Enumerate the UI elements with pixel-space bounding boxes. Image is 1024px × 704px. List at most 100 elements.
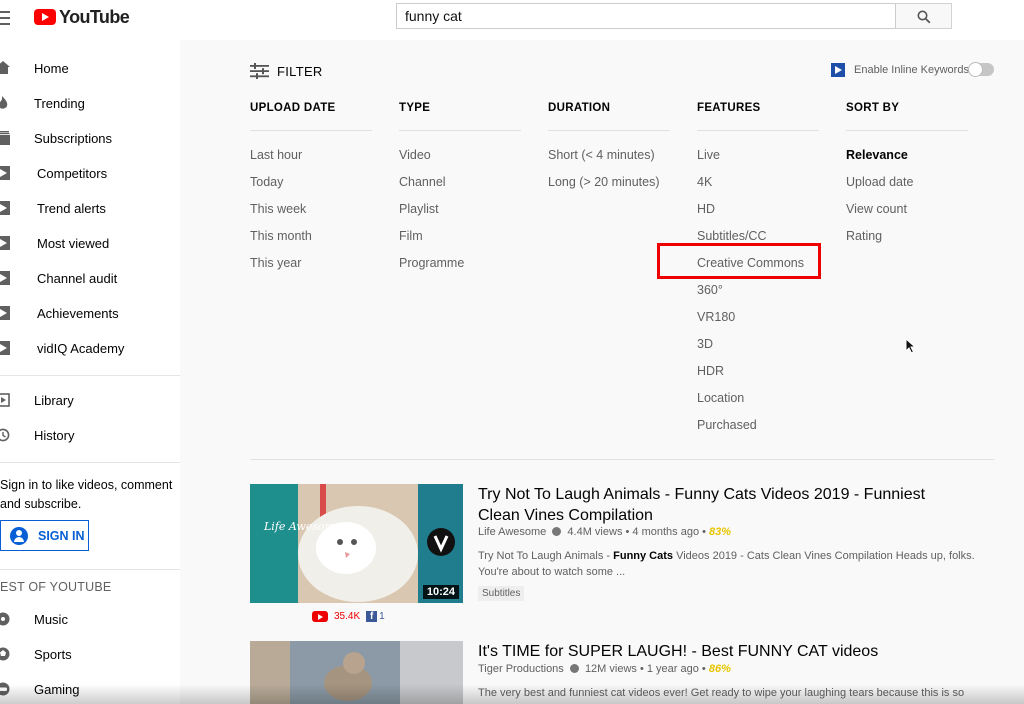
sort-option[interactable]: Rating — [846, 229, 882, 243]
sidebar-item-music[interactable]: Music — [0, 608, 180, 632]
sign-in-label: SIGN IN — [38, 529, 85, 543]
filter-option[interactable]: Purchased — [697, 418, 757, 432]
filter-option[interactable]: Long (> 20 minutes) — [548, 175, 660, 189]
filter-button[interactable]: FILTER — [250, 62, 323, 80]
sidebar-item-sports[interactable]: Sports — [0, 643, 180, 667]
annotation-highlight-box — [657, 243, 821, 279]
cat-thumbnail-image — [250, 641, 463, 704]
filter-option[interactable]: This month — [250, 229, 312, 243]
filter-option[interactable]: Channel — [399, 175, 446, 189]
filter-column-features: FEATURES Live 4K HD Subtitles/CC Creativ… — [697, 102, 819, 432]
sidebar-item-channel-audit[interactable]: Channel audit — [0, 267, 180, 291]
sidebar-item-most-viewed[interactable]: Most viewed — [0, 232, 180, 256]
inline-keywords-toggle[interactable] — [968, 62, 994, 77]
verified-icon — [569, 664, 579, 673]
sign-in-button[interactable]: SIGN IN — [0, 520, 89, 551]
sidebar-item-label: Most viewed — [37, 236, 110, 251]
sidebar: Home Trending Subscriptions Competitors … — [0, 40, 180, 704]
filter-sliders-icon — [250, 63, 269, 79]
filter-option[interactable]: This week — [250, 202, 306, 216]
sidebar-item-history[interactable]: History — [0, 424, 180, 448]
filter-option[interactable]: 3D — [697, 337, 713, 351]
filter-column-header: TYPE — [399, 102, 431, 114]
filter-option[interactable]: VR180 — [697, 310, 735, 324]
filter-option[interactable]: Today — [250, 175, 283, 189]
channel-name[interactable]: Life Awesome — [478, 526, 546, 538]
filter-label: FILTER — [277, 63, 323, 79]
sidebar-item-subscriptions[interactable]: Subscriptions — [0, 127, 180, 151]
video-metadata: Tiger Productions 12M views • 1 year ago… — [478, 663, 731, 675]
sidebar-item-library[interactable]: Library — [0, 389, 180, 413]
search-icon — [917, 10, 931, 24]
vidiq-score: 86% — [708, 663, 731, 675]
vidiq-play-icon — [0, 306, 10, 320]
search-input[interactable]: funny cat — [396, 3, 896, 29]
library-icon — [0, 393, 10, 407]
filter-option[interactable]: Short (< 4 minutes) — [548, 148, 655, 162]
sidebar-item-label: Music — [34, 612, 68, 627]
filter-option[interactable]: Playlist — [399, 202, 439, 216]
column-divider — [548, 130, 670, 131]
sidebar-item-trend-alerts[interactable]: Trend alerts — [0, 197, 180, 221]
sidebar-item-label: Channel audit — [37, 271, 118, 286]
sidebar-item-achievements[interactable]: Achievements — [0, 302, 180, 326]
filter-column-duration: DURATION Short (< 4 minutes) Long (> 20 … — [548, 102, 670, 189]
filter-option[interactable]: Video — [399, 148, 431, 162]
sidebar-divider — [0, 569, 180, 570]
video-description: Try Not To Laugh Animals - Funny Cats Vi… — [478, 548, 978, 580]
view-count: 12M views — [584, 663, 637, 675]
filter-option[interactable]: 4K — [697, 175, 712, 189]
filter-option[interactable]: Subtitles/CC — [697, 229, 766, 243]
video-title[interactable]: It's TIME for SUPER LAUGH! - Best FUNNY … — [478, 641, 948, 662]
filter-option[interactable]: Programme — [399, 256, 464, 270]
video-thumbnail[interactable]: Life Awesome 10:24 — [250, 484, 463, 603]
sidebar-item-label: Trend alerts — [37, 201, 106, 216]
logo-text: YouTube — [59, 6, 130, 27]
upload-age: 4 months ago — [632, 526, 700, 538]
home-icon — [0, 61, 10, 74]
sidebar-item-trending[interactable]: Trending — [0, 92, 180, 116]
vidiq-play-icon — [0, 341, 10, 355]
sidebar-item-competitors[interactable]: Competitors — [0, 162, 180, 186]
vidiq-social-stats: 35.4K f 1 — [312, 611, 385, 622]
filter-option[interactable]: HD — [697, 202, 715, 216]
sidebar-item-label: Sports — [34, 647, 72, 662]
search-button[interactable] — [896, 3, 952, 29]
subtitles-badge: Subtitles — [478, 586, 525, 601]
sort-option-selected[interactable]: Relevance — [846, 148, 908, 162]
subscriptions-icon — [0, 131, 10, 145]
sidebar-divider — [0, 375, 180, 376]
sort-option[interactable]: Upload date — [846, 175, 913, 189]
channel-name[interactable]: Tiger Productions — [478, 663, 564, 675]
music-icon — [0, 612, 10, 626]
youtube-likes-count: 35.4K — [334, 611, 361, 622]
sidebar-item-home[interactable]: Home — [0, 57, 180, 81]
video-thumbnail[interactable] — [250, 641, 463, 704]
filter-option[interactable]: Live — [697, 148, 720, 162]
facebook-icon: f — [366, 611, 378, 622]
video-description: The very best and funniest cat videos ev… — [478, 687, 965, 699]
hamburger-menu-icon[interactable] — [0, 8, 14, 28]
filter-option[interactable]: HDR — [697, 364, 724, 378]
filter-option[interactable]: Last hour — [250, 148, 302, 162]
sidebar-item-gaming[interactable]: Gaming — [0, 678, 180, 702]
video-duration: 10:24 — [422, 585, 459, 599]
filter-option[interactable]: 360° — [697, 283, 723, 297]
results-divider — [250, 459, 994, 460]
signin-prompt: Sign in to like videos, comment and subs… — [0, 478, 173, 511]
best-of-youtube-title: EST OF YOUTUBE — [0, 580, 112, 594]
filter-option[interactable]: Location — [697, 391, 744, 405]
column-divider — [846, 130, 968, 131]
vidiq-play-icon — [0, 166, 10, 180]
youtube-likes-icon — [312, 611, 328, 622]
sidebar-item-vidiq-academy[interactable]: vidIQ Academy — [0, 337, 180, 361]
vidiq-play-icon — [0, 201, 10, 215]
youtube-logo[interactable]: YouTube — [34, 6, 130, 27]
sidebar-divider — [0, 462, 180, 463]
filter-option[interactable]: Film — [399, 229, 423, 243]
column-divider — [697, 130, 819, 131]
filter-option[interactable]: This year — [250, 256, 301, 270]
youtube-logo-icon — [34, 9, 56, 25]
video-title[interactable]: Try Not To Laugh Animals - Funny Cats Vi… — [478, 484, 948, 526]
sort-option[interactable]: View count — [846, 202, 907, 216]
